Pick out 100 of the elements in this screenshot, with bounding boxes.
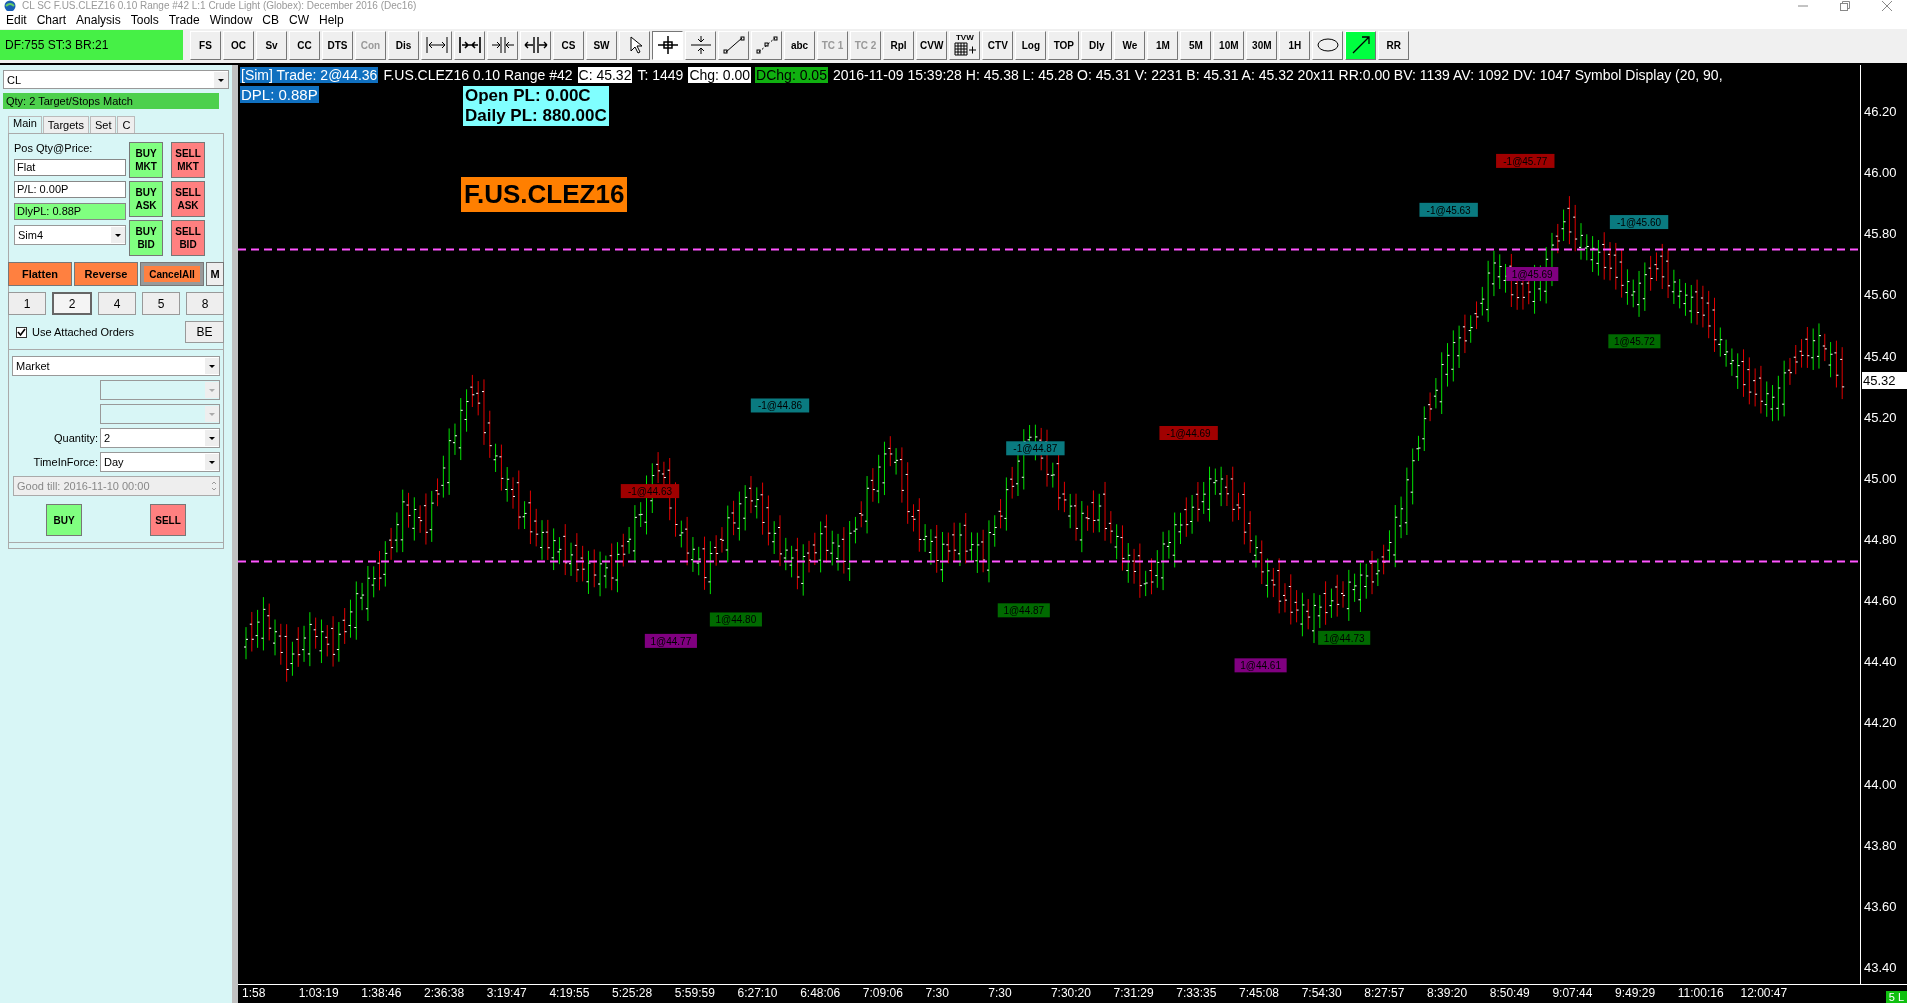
toolbar-button[interactable]: 1M [1147, 30, 1179, 60]
axis-label: 3:19:47 [486, 986, 527, 1000]
segment-tool-button[interactable] [751, 30, 782, 60]
compress-tool-button[interactable] [487, 30, 518, 60]
menu-item[interactable]: Trade [166, 13, 208, 27]
symbol-label: F.US.CLEZ16 [461, 177, 628, 212]
toolbar-button[interactable]: Dly [1081, 30, 1113, 60]
axis-label: 44.80 [1864, 532, 1897, 547]
trade-marker: -1@44.86 [750, 398, 810, 413]
order-button[interactable]: BUY ASK [129, 181, 163, 217]
quantity-button[interactable]: 2 [52, 292, 92, 315]
ellipse-tool-button[interactable] [1312, 30, 1344, 60]
order-button[interactable]: SELL MKT [171, 142, 205, 178]
action-button[interactable]: Flatten [8, 262, 72, 286]
quantity-button[interactable]: 1 [8, 292, 46, 315]
segment-icon [754, 35, 779, 55]
axis-label: 1:38:46 [361, 986, 402, 1000]
pointer-tool-button[interactable] [619, 30, 650, 60]
range-out-icon [424, 35, 449, 55]
order-button[interactable]: SELL ASK [171, 181, 205, 217]
toolbar-button[interactable]: FS [190, 30, 221, 60]
toolbar-button[interactable]: We [1114, 30, 1146, 60]
toolbar-button[interactable]: DTS [322, 30, 353, 60]
cross-line-icon [688, 35, 713, 55]
m-button[interactable]: M [206, 262, 224, 286]
menu-item[interactable]: CB [260, 13, 287, 27]
axis-label: 1:58 [242, 986, 266, 1000]
trade-marker: 1@44.61 [1234, 658, 1287, 673]
toolbar-button[interactable]: 5M [1180, 30, 1212, 60]
menu-item[interactable]: Help [317, 13, 352, 27]
axis-label: 9:07:44 [1552, 986, 1593, 1000]
toolbar-button[interactable]: CTV [982, 30, 1014, 60]
panel-tab[interactable]: Set [89, 116, 117, 133]
toolbar-button[interactable]: SW [586, 30, 617, 60]
checkbox-label: Use Attached Orders [32, 326, 136, 338]
axis-label: 43.80 [1864, 837, 1897, 853]
account-dropdown[interactable]: Sim4 [14, 225, 126, 245]
quote-field: C: 45.32 [577, 67, 633, 83]
quantity-button[interactable]: 5 [142, 292, 180, 315]
be-button[interactable]: BE [185, 321, 224, 343]
line-tool-button[interactable] [718, 30, 749, 60]
range-in-tool-button[interactable] [454, 30, 485, 60]
action-button[interactable]: CancelAll [140, 262, 204, 286]
toolbar-button[interactable]: TOP [1048, 30, 1080, 60]
buy-button[interactable]: BUY [46, 504, 82, 536]
axis-label: 46.20 [1864, 104, 1897, 119]
sell-button[interactable]: SELL [150, 504, 186, 536]
menu-item[interactable]: Tools [128, 13, 167, 27]
order-type-dropdown[interactable]: Market [12, 356, 220, 376]
toolbar-button[interactable]: CS [553, 30, 584, 60]
toolbar-button[interactable]: CVW [916, 30, 948, 60]
quote-field: [Sim] Trade: 2@44.36 [240, 67, 379, 83]
price-marker: 45.32 [1862, 372, 1907, 389]
checkbox[interactable] [16, 326, 27, 338]
quantity-dropdown[interactable]: 2 [100, 428, 220, 448]
action-button[interactable]: Reverse [74, 262, 138, 286]
range-out-tool-button[interactable] [421, 30, 452, 60]
close-icon[interactable] [1881, 0, 1893, 11]
quantity-button[interactable]: 4 [98, 292, 136, 315]
order-button[interactable]: BUY BID [129, 220, 163, 256]
toolbar-button[interactable]: 30M [1246, 30, 1278, 60]
panel-tab[interactable]: Main [8, 116, 42, 133]
toolbar-button[interactable]: Sv [256, 30, 287, 60]
axis-label: 4:19:55 [549, 986, 590, 1000]
menu-item[interactable]: Analysis [74, 13, 129, 27]
panel-tab[interactable]: C [117, 116, 136, 133]
compress-icon [490, 35, 515, 55]
toolbar-button[interactable]: RR [1378, 30, 1410, 60]
toolbar-button[interactable]: CC [289, 30, 320, 60]
trade-marker: 1@45.72 [1608, 334, 1661, 349]
trade-marker: -1@45.77 [1496, 153, 1555, 168]
toolbar-button[interactable]: OC [223, 30, 254, 60]
expand-tool-button[interactable] [520, 30, 551, 60]
toolbar-button[interactable]: Dis [388, 30, 419, 60]
quantity-button[interactable]: 8 [186, 292, 224, 315]
menu-item[interactable]: CW [287, 13, 317, 27]
restore-icon[interactable] [1839, 0, 1851, 11]
quote-field: Chg: 0.00 [688, 67, 752, 83]
order-button[interactable]: SELL BID [171, 220, 205, 256]
arrow-tool-button[interactable] [1345, 30, 1377, 60]
crosshair-tool-button[interactable] [652, 30, 683, 60]
tif-label: TimeInForce: [33, 456, 98, 468]
order-button[interactable]: BUY MKT [129, 142, 163, 178]
menu-item[interactable]: Edit [4, 13, 35, 27]
panel-tab[interactable]: Targets [42, 116, 89, 133]
symbol-dropdown[interactable]: CL [3, 70, 229, 89]
menu-item[interactable]: Chart [34, 13, 75, 27]
tif-dropdown[interactable]: Day [100, 452, 220, 472]
quote-field: F.US.CLEZ16 0.10 Range #42 [382, 67, 574, 83]
axis-label: 8:27:57 [1364, 986, 1405, 1000]
table-view-button[interactable]: TVW [949, 30, 981, 60]
toolbar-button[interactable]: 10M [1213, 30, 1245, 60]
trade-marker: 1@44.73 [1318, 630, 1371, 645]
toolbar-button[interactable]: 1H [1279, 30, 1311, 60]
toolbar-button[interactable]: Rpl [883, 30, 914, 60]
toolbar-button[interactable]: abc [784, 30, 815, 60]
toolbar-button[interactable]: Log [1015, 30, 1047, 60]
menu-item[interactable]: Window [207, 13, 261, 27]
trade-marker: -1@45.60 [1609, 215, 1669, 230]
cross-line-tool-button[interactable] [685, 30, 716, 60]
